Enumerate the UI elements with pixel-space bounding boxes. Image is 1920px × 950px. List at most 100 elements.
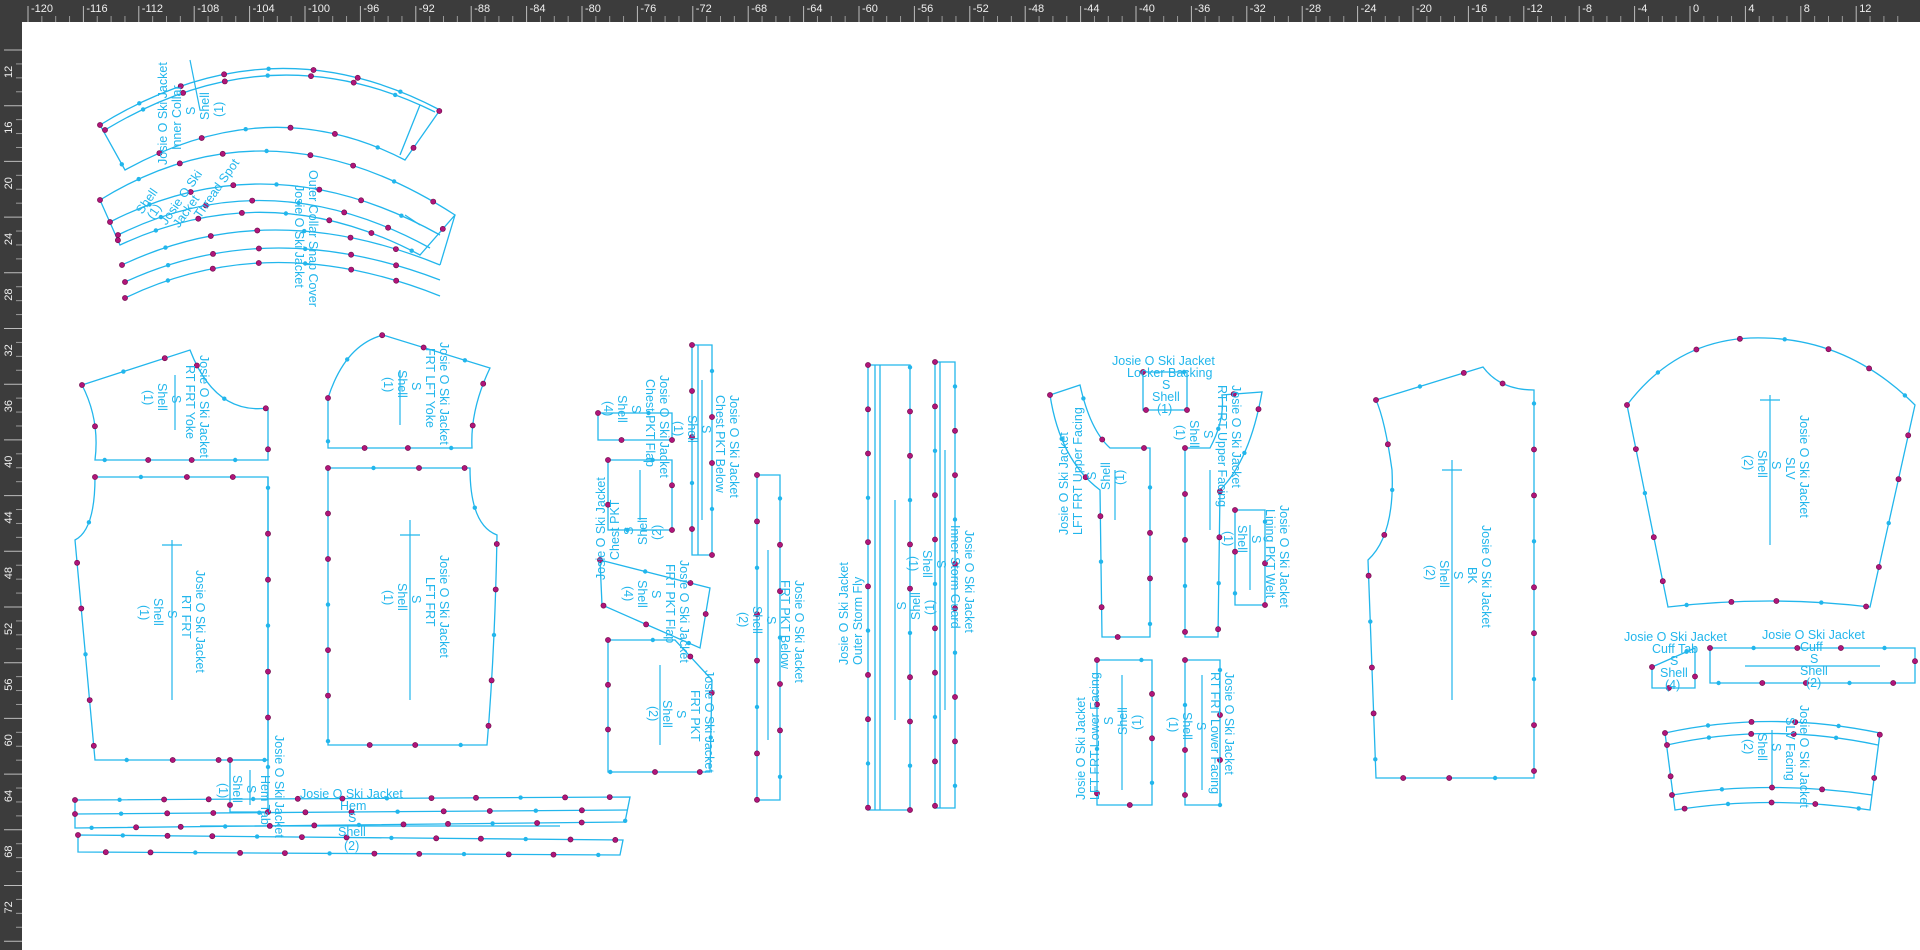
grade-point[interactable] [1876,731,1883,738]
grade-point[interactable] [379,332,386,339]
grade-point[interactable] [1681,805,1688,812]
grade-point[interactable] [361,445,368,451]
grade-point[interactable] [485,722,492,729]
grade-point[interactable] [1369,664,1375,671]
grade-point[interactable] [562,794,568,801]
grade-point[interactable] [445,821,451,827]
grade-point[interactable] [1094,657,1100,663]
notch-point[interactable] [393,92,398,98]
grade-point[interactable] [209,265,216,272]
grade-point[interactable] [1385,441,1391,448]
notch-point[interactable] [89,825,94,830]
grade-point[interactable] [161,355,168,362]
grade-point[interactable] [907,408,913,415]
notch-point[interactable] [399,213,404,218]
notch-point[interactable] [865,628,871,633]
grade-point[interactable] [777,541,783,548]
grade-point[interactable] [350,162,356,169]
grade-point[interactable] [78,605,85,612]
grade-point[interactable] [102,127,108,133]
grade-point[interactable] [1143,407,1149,413]
grade-point[interactable] [689,342,695,348]
grade-point[interactable] [865,450,871,457]
grade-point[interactable] [1905,432,1912,439]
piece-outer-storm-fly[interactable] [867,364,911,811]
grade-point[interactable] [754,750,760,757]
notch-point[interactable] [1684,602,1689,608]
grade-point[interactable] [393,277,400,284]
grade-point[interactable] [777,727,783,734]
grade-point[interactable] [1649,664,1655,670]
grade-point[interactable] [308,73,314,79]
grade-point[interactable] [865,362,871,368]
grade-point[interactable] [1692,673,1698,680]
notch-point[interactable] [1819,600,1824,605]
grade-point[interactable] [932,669,938,676]
notch-point[interactable] [1531,676,1537,682]
notch-point[interactable] [1716,680,1721,686]
notch-point[interactable] [409,248,414,253]
grade-point[interactable] [1664,742,1670,748]
grade-point[interactable] [1141,445,1147,451]
piece-slv[interactable] [1626,337,1916,608]
grade-point[interactable] [210,810,217,816]
grade-point[interactable] [331,130,338,137]
notch-point[interactable] [86,520,92,525]
grade-point[interactable] [1748,731,1755,737]
piece-rt-frt-yoke[interactable] [81,349,269,461]
grade-point[interactable] [932,802,938,809]
grade-point[interactable] [265,714,271,721]
grade-point[interactable] [1659,578,1666,585]
grade-point[interactable] [227,757,233,763]
horizontal-ruler[interactable]: -120 -116 -112 -108 -104 -100 -96 -92 -88 -84 -80-… [0,0,1920,22]
notch-point[interactable] [1902,393,1908,398]
grade-point[interactable] [1748,719,1755,725]
grade-point[interactable] [188,457,195,463]
notch-point[interactable] [754,704,760,710]
notch-point[interactable] [371,465,376,471]
notch-point[interactable] [345,357,350,362]
notch-point[interactable] [754,565,760,570]
grade-point[interactable] [238,209,245,216]
grade-point[interactable] [907,807,913,813]
grade-point[interactable] [392,246,399,252]
grade-point[interactable] [348,251,354,258]
grade-point[interactable] [1184,407,1190,413]
grade-point[interactable] [1097,513,1104,520]
grade-point[interactable] [210,250,216,257]
grade-point[interactable] [358,197,364,204]
grade-point[interactable] [287,124,294,131]
grade-point[interactable] [265,530,271,537]
grade-point[interactable] [229,474,236,480]
grade-point[interactable] [505,851,512,858]
grade-point[interactable] [932,403,938,410]
grade-point[interactable] [1460,369,1467,376]
grade-point[interactable] [428,795,435,801]
grade-point[interactable] [1737,335,1743,342]
grade-point[interactable] [606,794,613,800]
grade-point[interactable] [198,135,205,141]
grade-point[interactable] [1825,346,1832,353]
grade-point[interactable] [325,465,331,471]
grade-point[interactable] [1773,598,1780,604]
grade-point[interactable] [265,576,271,583]
grade-point[interactable] [1890,680,1897,686]
grade-point[interactable] [97,122,103,128]
notch-point[interactable] [777,496,783,501]
piece-frt-pkt-below[interactable] [756,474,781,801]
piece-outer-collar[interactable] [99,150,456,299]
grade-point[interactable] [325,556,331,562]
notch-point[interactable] [395,809,400,814]
notch-point[interactable] [1147,621,1153,627]
notch-point[interactable] [265,623,271,628]
notch-point[interactable] [1782,337,1787,342]
grade-point[interactable] [1871,775,1878,781]
notch-point[interactable] [262,757,267,763]
grade-point[interactable] [72,797,78,803]
notch-point[interactable] [1139,657,1144,663]
grade-point[interactable] [1531,446,1537,453]
grade-point[interactable] [1499,380,1506,387]
grade-point[interactable] [754,518,760,525]
grade-point[interactable] [1373,397,1379,403]
grade-point[interactable] [932,625,938,632]
